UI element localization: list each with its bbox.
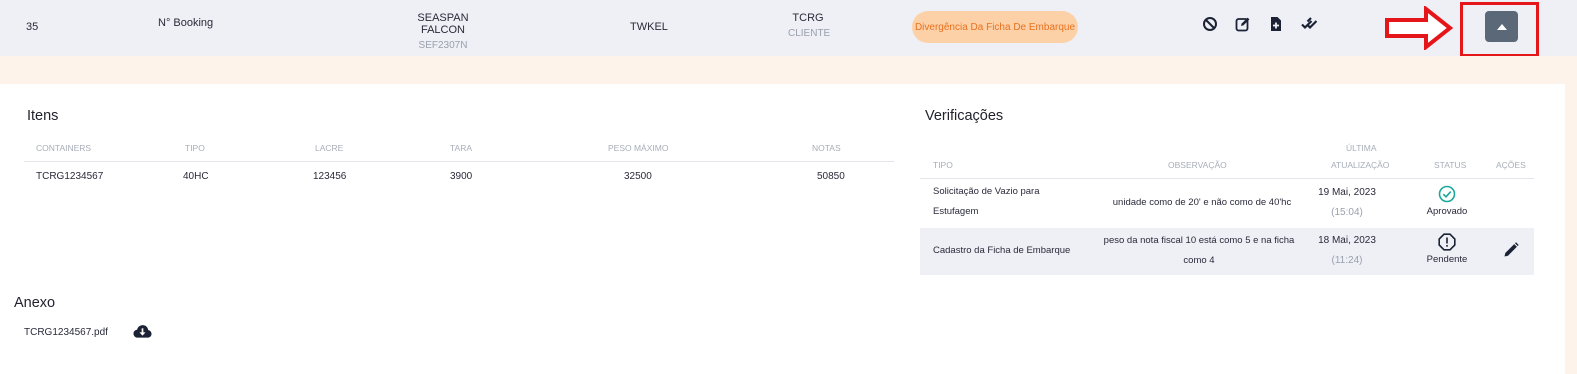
caret-up-icon — [1496, 23, 1507, 30]
terminal-sub: CLIENTE — [788, 28, 831, 39]
attachment-title: Anexo — [14, 295, 56, 311]
terminal-cell: TCRG CLIENTE — [788, 12, 831, 39]
ver-status: Pendente — [1417, 233, 1477, 265]
arrow-annotation-icon — [1385, 6, 1454, 50]
vessel-name: SEASPAN FALCON — [417, 12, 469, 36]
items-table-header: CONTAINERS TIPO LACRE TARA PESO MÁXIMO N… — [24, 140, 894, 162]
col-peso-maximo: PESO MÁXIMO — [608, 143, 669, 153]
ver-observation: peso da nota fiscal 10 está como 5 e na … — [1090, 231, 1308, 271]
ver-time-text: (15:04) — [1331, 207, 1363, 218]
pencil-icon[interactable] — [1503, 242, 1519, 258]
voyage-code: SEF2307N — [418, 40, 468, 51]
ver-type: Solicitação de Vazio para Estufagem — [933, 182, 1040, 222]
table-row: Solicitação de Vazio para Estufagem unid… — [920, 179, 1534, 226]
add-file-icon[interactable] — [1268, 16, 1284, 32]
cell-lacre: 123456 — [313, 171, 347, 182]
items-title: Itens — [27, 108, 59, 124]
check-circle-icon — [1438, 185, 1456, 203]
ver-type-line: Cadastro da Ficha de Embarque — [933, 245, 1071, 256]
ver-status: Aprovado — [1417, 185, 1477, 217]
ver-type-line: Solicitação de Vazio para — [933, 186, 1040, 197]
cell-tipo: 40HC — [183, 171, 209, 182]
panel-edge — [1565, 84, 1577, 374]
separator-stripe — [0, 56, 1577, 84]
cancel-icon[interactable] — [1202, 16, 1218, 32]
vessel-cell: SEASPAN FALCON SEF2307N — [400, 12, 486, 51]
col-atualizacao: ATUALIZAÇÃO — [1331, 160, 1390, 170]
ver-date: 19 Mai, 2023 (15:04) — [1307, 183, 1387, 223]
ver-type: Cadastro da Ficha de Embarque — [933, 241, 1070, 261]
ver-date-text: 18 Mai, 2023 — [1318, 235, 1376, 246]
col-ver-tipo: TIPO — [933, 160, 953, 170]
collapse-button[interactable] — [1485, 11, 1518, 42]
col-lacre: LACRE — [315, 143, 344, 153]
edit-icon[interactable] — [1235, 16, 1251, 32]
table-row: Cadastro da Ficha de Embarque peso da no… — [920, 228, 1534, 275]
col-tara: TARA — [450, 143, 473, 153]
booking-row: 35 N° Booking SEASPAN FALCON SEF2307N TW… — [0, 0, 1577, 57]
port-code: TWKEL — [630, 21, 668, 33]
ver-observation-line: como 4 — [1183, 255, 1215, 266]
verifications-title: Verificações — [925, 108, 1004, 124]
cell-peso-maximo: 32500 — [624, 171, 652, 182]
ver-status-text: Aprovado — [1426, 206, 1468, 217]
ver-observation-line: peso da nota fiscal 10 está como 5 e na … — [1103, 235, 1295, 246]
double-check-icon[interactable] — [1301, 16, 1317, 32]
cell-container: TCRG1234567 — [36, 171, 104, 182]
ver-date-text: 19 Mai, 2023 — [1318, 187, 1376, 198]
ver-time-text: (11:24) — [1331, 255, 1363, 266]
cell-tara: 3900 — [450, 171, 473, 182]
table-row: TCRG1234567 40HC 123456 3900 32500 50850 — [24, 162, 894, 192]
col-tipo: TIPO — [185, 143, 205, 153]
col-containers: CONTAINERS — [36, 143, 92, 153]
ver-observation: unidade como de 20' e não como de 40'hc — [1106, 193, 1298, 213]
cell-notas: 50850 — [817, 171, 845, 182]
ver-observation-line: unidade como de 20' e não como de 40'hc — [1112, 197, 1292, 208]
booking-id: 35 — [26, 21, 39, 33]
col-observacao: OBSERVAÇÃO — [1168, 160, 1227, 170]
ver-status-text: Pendente — [1426, 254, 1468, 265]
col-notas: NOTAS — [812, 143, 841, 153]
attachment-file-name[interactable]: TCRG1234567.pdf — [24, 327, 108, 338]
alert-octagon-icon — [1438, 233, 1456, 251]
terminal-name: TCRG — [792, 12, 824, 24]
cloud-download-icon[interactable] — [133, 324, 152, 339]
booking-number-label: N° Booking — [158, 17, 214, 29]
col-status: STATUS — [1434, 160, 1467, 170]
col-acoes: AÇÕES — [1496, 160, 1526, 170]
status-badge: Divergência Da Ficha De Embarque — [912, 11, 1078, 43]
ver-type-line: Estufagem — [933, 206, 979, 217]
ver-date: 18 Mai, 2023 (11:24) — [1307, 231, 1387, 271]
col-ultima: ÚLTIMA — [1346, 143, 1377, 153]
